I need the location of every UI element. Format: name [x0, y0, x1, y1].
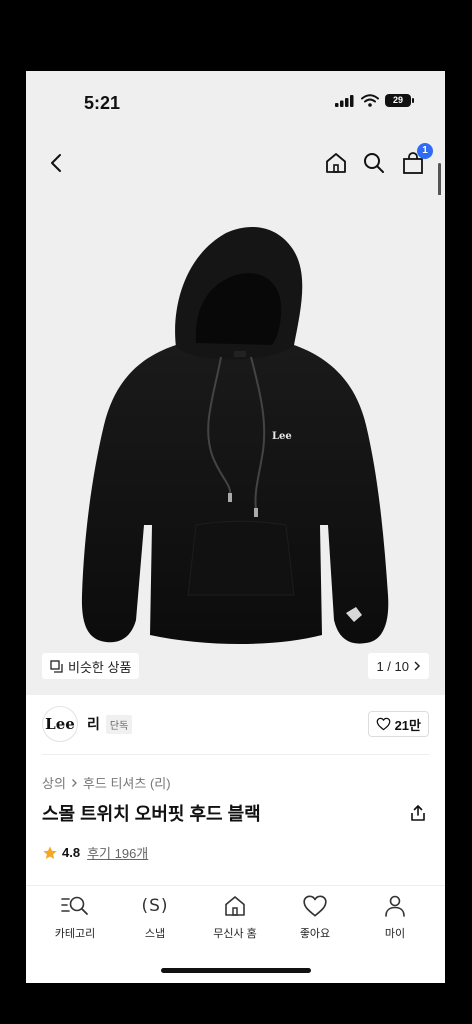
back-button[interactable]: [42, 149, 70, 177]
image-page-indicator[interactable]: 1 / 10: [368, 653, 429, 679]
rating-row: 4.8 후기 196개: [42, 843, 148, 862]
tab-home[interactable]: 무신사 홈: [195, 892, 275, 941]
person-icon: [385, 895, 405, 917]
brand-row: Lee 리 단독 21만: [42, 706, 429, 742]
home-indicator: [161, 968, 311, 973]
breadcrumb: 상의 후드 티셔츠 (리): [42, 773, 171, 792]
battery-icon: 29: [385, 94, 414, 107]
brand-logo[interactable]: Lee: [42, 706, 78, 742]
tab-likes[interactable]: 좋아요: [275, 892, 355, 941]
tab-label: 무신사 홈: [213, 928, 257, 940]
home-icon: [326, 153, 346, 173]
tab-label: 카테고리: [54, 928, 96, 940]
tab-label: 마이: [384, 928, 406, 940]
status-time: 5:21: [84, 93, 121, 113]
breadcrumb-item[interactable]: 상의: [42, 773, 66, 792]
cart-count-badge: 1: [417, 143, 433, 159]
chevron-right-icon: [414, 661, 421, 671]
divider: [42, 754, 429, 755]
heart-icon: [376, 717, 390, 731]
search-icon: [364, 153, 384, 173]
tab-my[interactable]: 마이: [355, 892, 435, 941]
like-count: 21만: [394, 717, 421, 733]
cart-button[interactable]: 1: [399, 143, 433, 177]
wifi-icon: [361, 94, 379, 107]
status-bar: 5:21 29: [26, 71, 445, 131]
review-count-link[interactable]: 후기 196개: [87, 843, 148, 862]
similar-products-label: 비슷한 상품: [68, 659, 132, 675]
search-button[interactable]: [360, 149, 388, 177]
signal-icon: [335, 94, 354, 107]
brand-like-button[interactable]: 21만: [367, 711, 429, 737]
heart-icon: [303, 895, 327, 917]
top-nav: 1: [26, 131, 445, 195]
share-icon: [411, 805, 425, 821]
tab-label: 좋아요: [299, 928, 331, 940]
snap-icon: (S): [141, 896, 169, 916]
category-search-icon: [61, 896, 88, 915]
star-icon: [43, 845, 57, 859]
rating-value: 4.8: [62, 845, 81, 860]
phone-screen: 5:21 29 1 Lee 비슷한 상품 1 / 10 Lee 리 단독 21만…: [26, 71, 445, 983]
page-indicator-text: 1 / 10: [376, 658, 409, 674]
tab-label: 스냅: [144, 928, 166, 940]
product-image[interactable]: Lee 비슷한 상품 1 / 10: [26, 195, 445, 695]
similar-products-icon: [50, 659, 63, 673]
product-title: 스몰 트위치 오버핏 후드 블랙: [42, 804, 261, 824]
svg-text:Lee: Lee: [272, 431, 292, 442]
similar-products-button[interactable]: 비슷한 상품: [42, 653, 140, 679]
hoodie-image: Lee: [81, 227, 389, 644]
home-icon: [225, 896, 245, 916]
share-button[interactable]: [407, 802, 429, 824]
tab-snap[interactable]: (S) 스냅: [115, 892, 195, 941]
breadcrumb-item[interactable]: 후드 티셔츠 (리): [83, 773, 171, 792]
back-chevron-icon: [51, 154, 61, 172]
exclusive-tag: 단독: [105, 714, 133, 734]
chevron-right-icon: [71, 778, 77, 787]
home-button[interactable]: [322, 149, 350, 177]
tab-category[interactable]: 카테고리: [35, 892, 115, 941]
status-icons: 29: [335, 94, 414, 107]
brand-name[interactable]: 리: [87, 714, 100, 734]
